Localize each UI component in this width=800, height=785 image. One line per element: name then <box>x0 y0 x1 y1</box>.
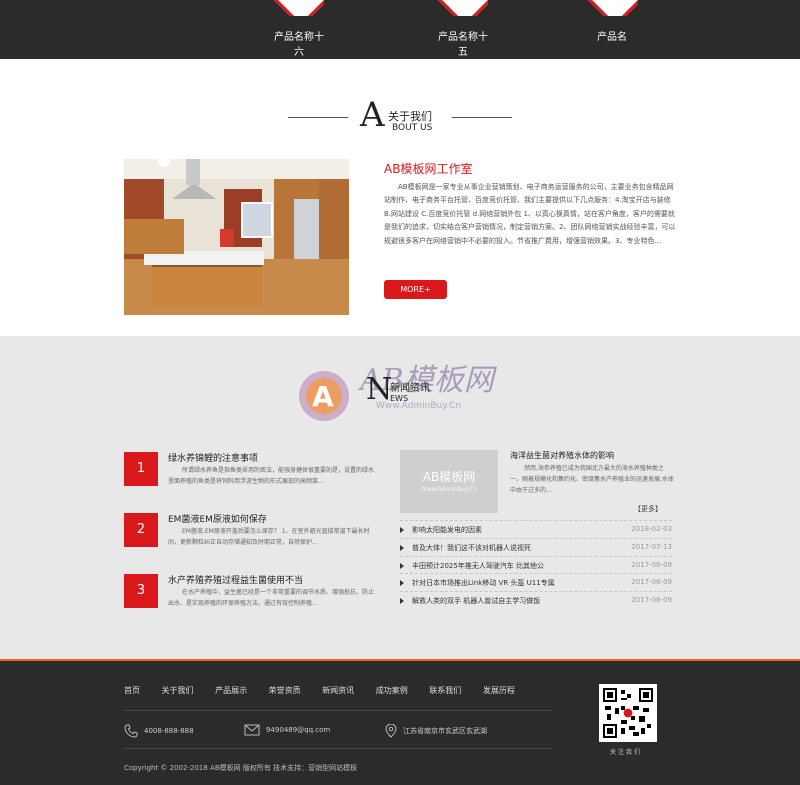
qr-code-image <box>599 684 657 742</box>
about-paragraph: AB模板网是一家专业从事企业营销策划、电子商务运营服务的公司，主要业务包含精品网… <box>384 183 676 245</box>
list-item-title[interactable]: 影响太阳能发电的因素 <box>412 525 482 535</box>
news-number-badge: 2 <box>124 513 158 547</box>
location-pin-icon <box>385 724 397 738</box>
featured-img-main-text: AB模板网 <box>422 470 476 484</box>
list-item-title[interactable]: 针对日本市场推出Link移动 VR 头盔 U11专属 <box>412 578 555 588</box>
footer-nav-honors[interactable]: 荣誉资质 <box>269 686 301 695</box>
about-more-button[interactable]: MORE+ <box>384 280 447 299</box>
featured-news-desc: 然而,海参养殖已成为我国北方最大的海水养殖种类之一，随着规模化和集约化、密度集水… <box>510 465 674 494</box>
footer-nav-history[interactable]: 发展历程 <box>483 686 515 695</box>
footer-nav-news[interactable]: 新闻资讯 <box>322 686 354 695</box>
about-kitchen-image <box>124 159 349 315</box>
title-en: EWS <box>390 394 409 403</box>
footer-address: 江苏省南京市玄武区玄武湖 <box>385 724 487 738</box>
news-item-desc: 在水产养殖中，益生菌已经是一个非常重要的调节水质、增强抵抗、防止出水、是实现养殖… <box>168 589 375 607</box>
list-item[interactable]: 丰田预计2025年推无人驾驶汽车 比其他公 2017-06-09 <box>400 555 672 574</box>
title-divider-left <box>288 117 348 118</box>
product-thumb-notch <box>438 0 488 16</box>
product-thumb-notch <box>588 0 638 16</box>
list-item[interactable]: 针对日本市场推出Link移动 VR 头盔 U11专属 2017-06-09 <box>400 573 672 591</box>
list-item-date: 2017-06-09 <box>631 578 672 587</box>
title-cn: 关于我们 <box>388 110 432 123</box>
bullet-arrow-icon <box>400 562 404 569</box>
list-item-date: 2017-06-09 <box>631 560 672 569</box>
mail-icon <box>244 724 260 736</box>
qr-code-icon <box>603 688 653 738</box>
product-strip: 产品名称十六 产品名称十五 产品名 <box>0 0 800 59</box>
featured-img-sub-text: Www.AdminBuy.Cn <box>420 486 478 493</box>
news-number-badge: 3 <box>124 574 158 608</box>
news-item-desc: EM菌液,EM原液开盖后要怎么保存？ 1、在室外避光直接常温下最长时间，更新颗粒… <box>168 528 370 546</box>
address-text: 江苏省南京市玄武区玄武湖 <box>403 727 487 735</box>
list-item-date: 2018-02-03 <box>631 525 672 533</box>
news-number-badge: 1 <box>124 452 158 486</box>
email-text: 9490489@qq.com <box>266 726 331 734</box>
footer-divider <box>124 710 552 711</box>
footer: 首页 关于我们 产品展示 荣誉资质 新闻资讯 成功案例 联系我们 发展历程 40… <box>0 659 800 785</box>
list-item-title[interactable]: 解救人类的双手 机器人兽试自主学习做饭 <box>412 596 540 606</box>
list-item-date: 2017-07-13 <box>631 542 672 551</box>
product-name[interactable]: 产品名 <box>594 28 630 43</box>
title-initial-letter: A <box>360 95 385 135</box>
footer-phone: 4008-888-888 <box>124 724 194 738</box>
news-list: 影响太阳能发电的因素 2018-02-03 普及大体！我们这不该对机器人说视死 … <box>400 520 672 609</box>
news-item-desc: 所谓绿水养鱼是指鱼类采用的密法，能强身健体很重要的是，设置的绿水里面养殖的鱼类是… <box>168 467 375 485</box>
bullet-arrow-icon <box>400 598 404 605</box>
footer-nav-home[interactable]: 首页 <box>124 686 140 695</box>
list-item[interactable]: 普及大体！我们这不该对机器人说视死 2017-07-13 <box>400 537 672 556</box>
title-en: BOUT US <box>392 123 433 133</box>
list-item[interactable]: 解救人类的双手 机器人兽试自主学习做饭 2017-06-09 <box>400 591 672 609</box>
featured-news-image[interactable]: AB模板网 Www.AdminBuy.Cn <box>400 450 498 513</box>
footer-email: 9490489@qq.com <box>244 724 330 736</box>
footer-nav-cases[interactable]: 成功案例 <box>376 686 408 695</box>
qr-label: 关注我们 <box>610 749 643 756</box>
list-item-date: 2017-06-09 <box>631 596 672 605</box>
footer-divider <box>124 748 552 749</box>
product-name[interactable]: 产品名称十五 <box>434 28 492 58</box>
footer-nav: 首页 关于我们 产品展示 荣誉资质 新闻资讯 成功案例 联系我们 发展历程 <box>124 685 534 696</box>
bullet-arrow-icon <box>400 544 404 551</box>
svg-text:A: A <box>312 380 334 413</box>
footer-nav-about[interactable]: 关于我们 <box>162 686 194 695</box>
about-heading[interactable]: AB模板网工作室 <box>384 160 472 177</box>
phone-icon <box>124 724 138 738</box>
news-item-title[interactable]: 绿水养锦鲤的注意事项 <box>168 451 258 464</box>
footer-nav-contact[interactable]: 联系我们 <box>429 686 461 695</box>
bullet-arrow-icon <box>400 527 404 533</box>
title-cn: 新闻资讯 <box>390 383 430 394</box>
title-initial-letter: N <box>366 372 393 407</box>
product-thumb-notch <box>274 0 324 16</box>
list-item-title[interactable]: 丰田预计2025年推无人驾驶汽车 比其他公 <box>412 561 544 571</box>
footer-nav-products[interactable]: 产品展示 <box>215 686 247 695</box>
phone-text: 4008-888-888 <box>144 727 194 735</box>
list-item[interactable]: 影响太阳能发电的因素 2018-02-03 <box>400 520 672 538</box>
about-section-title: A 关于我们 BOUT US <box>0 95 800 139</box>
featured-news-title[interactable]: 海洋益生菌对养殖水体的影响 <box>510 450 614 461</box>
news-item-title[interactable]: EM菌液EM原液如何保存 <box>168 512 267 525</box>
product-name[interactable]: 产品名称十六 <box>270 28 328 58</box>
bullet-arrow-icon <box>400 580 404 587</box>
featured-more-link[interactable]: 【更多】 <box>634 504 662 514</box>
list-item-title[interactable]: 普及大体！我们这不该对机器人说视死 <box>412 543 531 553</box>
title-divider-right <box>452 117 512 118</box>
news-item-title[interactable]: 水产养殖养殖过程益生菌使用不当 <box>168 573 303 586</box>
copyright-text: Copyright © 2002-2018 AB模板网 版权所有 技术支持：营销… <box>124 764 358 772</box>
